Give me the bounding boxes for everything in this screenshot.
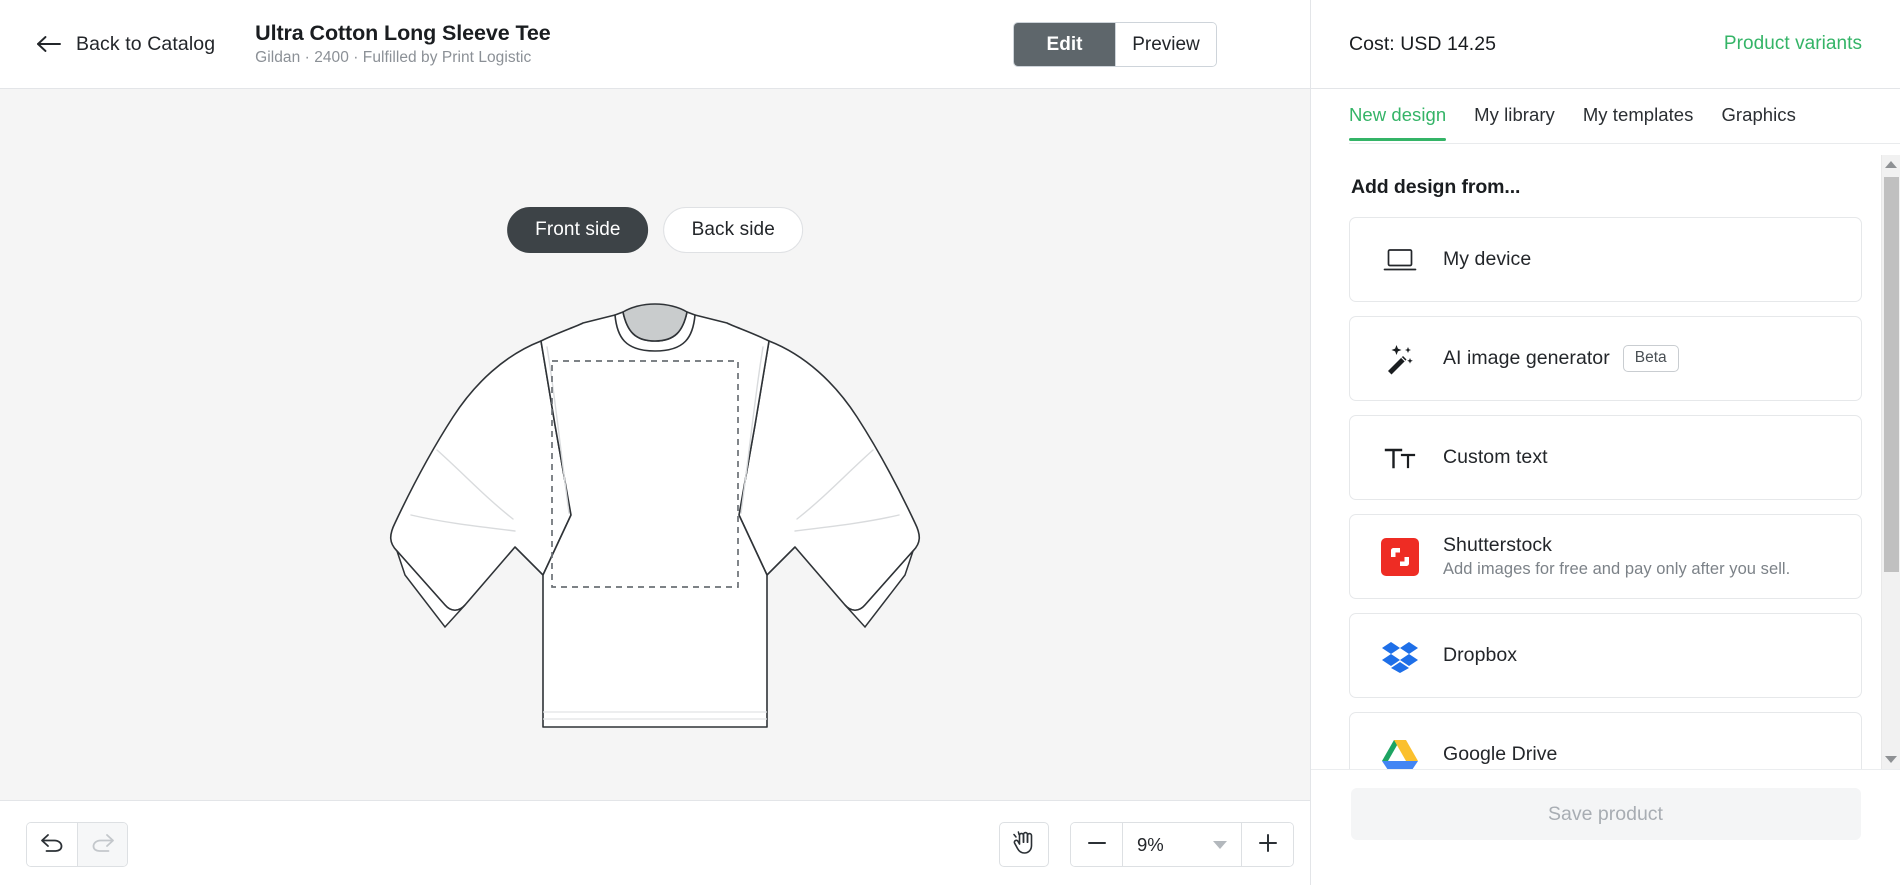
editor-left-section: Back to Catalog Ultra Cotton Long Sleeve…: [0, 0, 1310, 885]
source-google-drive[interactable]: Google Drive: [1349, 712, 1862, 769]
text-tt-icon: [1380, 438, 1420, 478]
plus-icon: [1257, 832, 1279, 857]
source-title-row: AI image generator Beta: [1443, 345, 1679, 372]
laptop-icon: [1380, 240, 1420, 280]
tab-preview[interactable]: Preview: [1115, 23, 1216, 66]
page-title: Ultra Cotton Long Sleeve Tee: [255, 21, 551, 45]
product-variants-link[interactable]: Product variants: [1724, 33, 1862, 55]
panel-scrollbar[interactable]: [1881, 155, 1900, 769]
google-drive-icon: [1380, 735, 1420, 769]
side-toggle-group: Front side Back side: [507, 207, 803, 253]
source-texts: AI image generator Beta: [1443, 345, 1679, 372]
dropbox-icon: [1380, 636, 1420, 676]
source-texts: My device: [1443, 248, 1531, 271]
source-dropbox[interactable]: Dropbox: [1349, 613, 1862, 698]
beta-badge: Beta: [1622, 345, 1679, 372]
source-title: Dropbox: [1443, 644, 1518, 666]
source-texts: Dropbox: [1443, 644, 1517, 667]
tab-graphics[interactable]: Graphics: [1707, 104, 1809, 141]
long-sleeve-tee-mockup[interactable]: [375, 275, 935, 755]
scrollbar-thumb[interactable]: [1884, 177, 1899, 572]
source-title-row: Google Drive: [1443, 743, 1557, 766]
scroll-down-arrow-icon[interactable]: [1885, 756, 1897, 763]
tab-my-library[interactable]: My library: [1460, 104, 1569, 141]
panel-tabs: New design My library My templates Graph…: [1311, 89, 1900, 144]
tab-front-side[interactable]: Front side: [507, 207, 649, 253]
section-title: Add design from...: [1351, 176, 1521, 198]
redo-arrow-icon: [90, 831, 116, 858]
source-texts: Custom text: [1443, 446, 1548, 469]
tab-edit[interactable]: Edit: [1014, 23, 1115, 66]
source-title-row: My device: [1443, 248, 1531, 271]
source-title-row: Custom text: [1443, 446, 1548, 469]
source-ai-image-generator[interactable]: AI image generator Beta: [1349, 316, 1862, 401]
source-title-row: Shutterstock: [1443, 534, 1790, 557]
panel-header: Cost: USD 14.25 Product variants: [1311, 0, 1900, 89]
zoom-level-select[interactable]: 9%: [1122, 823, 1242, 866]
source-title-row: Dropbox: [1443, 644, 1517, 667]
redo-button[interactable]: [77, 823, 127, 866]
source-title: My device: [1443, 248, 1532, 270]
design-side-panel: Cost: USD 14.25 Product variants New des…: [1310, 0, 1900, 885]
pan-tool-button[interactable]: [999, 822, 1049, 867]
top-header: Back to Catalog Ultra Cotton Long Sleeve…: [0, 0, 1310, 89]
product-title-block: Ultra Cotton Long Sleeve Tee Gildan · 24…: [255, 21, 551, 67]
tab-my-templates[interactable]: My templates: [1569, 104, 1708, 141]
source-title: Shutterstock: [1443, 534, 1552, 556]
source-texts: Shutterstock Add images for free and pay…: [1443, 534, 1790, 579]
source-my-device[interactable]: My device: [1349, 217, 1862, 302]
product-designer-app: Back to Catalog Ultra Cotton Long Sleeve…: [0, 0, 1900, 885]
save-product-button[interactable]: Save product: [1350, 788, 1861, 840]
source-title: Custom text: [1443, 446, 1548, 468]
undo-button[interactable]: [27, 823, 77, 866]
zoom-out-button[interactable]: [1071, 823, 1122, 866]
arrow-left-icon: [36, 33, 62, 55]
source-title: AI image generator: [1443, 347, 1610, 369]
source-shutterstock[interactable]: Shutterstock Add images for free and pay…: [1349, 514, 1862, 599]
design-sources-list: Add design from... My device AI image ge…: [1311, 144, 1900, 769]
source-texts: Google Drive: [1443, 743, 1557, 766]
cost-label: Cost: USD 14.25: [1349, 32, 1497, 55]
tab-new-design[interactable]: New design: [1349, 104, 1460, 141]
back-to-catalog-link[interactable]: Back to Catalog: [32, 27, 219, 62]
panel-footer: Save product: [1311, 769, 1900, 885]
source-description: Add images for free and pay only after y…: [1443, 560, 1791, 578]
back-to-catalog-label: Back to Catalog: [76, 32, 216, 55]
zoom-level-value: 9%: [1137, 833, 1164, 855]
undo-arrow-icon: [39, 831, 65, 858]
product-subtitle: Gildan · 2400 · Fulfilled by Print Logis…: [255, 49, 532, 66]
chevron-down-icon: [1213, 840, 1227, 849]
zoom-control-group: 9%: [1070, 822, 1294, 867]
canvas-bottom-toolbar: 9%: [0, 800, 1310, 885]
shutterstock-icon: [1380, 537, 1420, 577]
magic-wand-icon: [1380, 339, 1420, 379]
source-custom-text[interactable]: Custom text: [1349, 415, 1862, 500]
scroll-up-arrow-icon[interactable]: [1885, 161, 1897, 168]
undo-redo-group: [26, 822, 128, 867]
edit-preview-toggle: Edit Preview: [1013, 22, 1217, 67]
tab-back-side[interactable]: Back side: [663, 207, 803, 253]
zoom-in-button[interactable]: [1242, 823, 1293, 866]
design-canvas[interactable]: Front side Back side: [0, 89, 1310, 800]
source-title: Google Drive: [1443, 743, 1558, 765]
hand-pan-icon: [1011, 829, 1037, 861]
minus-icon: [1086, 832, 1108, 857]
